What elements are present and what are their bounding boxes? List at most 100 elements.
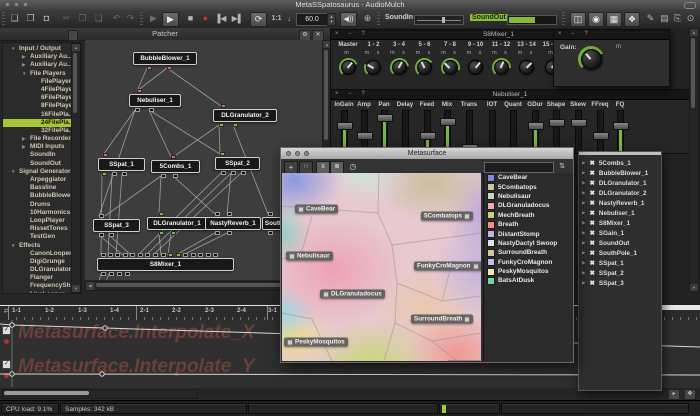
go-to-end-button[interactable]: ▶▌	[231, 12, 244, 25]
nebuliser-window-buttons[interactable]: × − ?	[335, 90, 369, 99]
palette-item[interactable]: ▶File Recorders	[3, 135, 73, 143]
output-port-black[interactable]	[112, 172, 117, 176]
palette-item[interactable]: SoundOut	[3, 160, 73, 168]
output-port-black[interactable]	[109, 272, 114, 276]
history-icon[interactable]: ◷	[347, 161, 359, 172]
palette-item[interactable]: 4FilePlayer	[3, 86, 73, 94]
mute-solo-labels[interactable]: m s	[386, 50, 412, 57]
tree-expand-icon[interactable]: ▼	[11, 168, 15, 176]
channel-gain-knob[interactable]	[339, 58, 358, 77]
output-port-black[interactable]	[125, 272, 130, 276]
metasurface-surface[interactable]: CaveBear5CombatopsNebulisaurFunkyCroMagn…	[282, 173, 481, 361]
channel-gain-knob[interactable]	[390, 58, 409, 77]
copy-icon[interactable]: ❐	[76, 12, 89, 25]
input-port-black[interactable]	[268, 212, 273, 216]
slider-handle[interactable]	[593, 132, 609, 140]
record-button[interactable]: ●	[199, 12, 212, 25]
add-snapshot-button[interactable]: +	[284, 161, 298, 174]
new-document-icon[interactable]: ❏	[8, 12, 21, 25]
output-port-black[interactable]	[268, 231, 273, 235]
input-port-black[interactable]	[130, 253, 135, 257]
patch-node[interactable]: BubbleBlower_1	[133, 52, 197, 65]
snapshot-chip[interactable]: SurroundBreath	[411, 315, 473, 324]
mixer-view-button[interactable]: ▦	[606, 12, 622, 27]
snapshot-chip[interactable]: 5Combatops	[421, 212, 473, 221]
input-port-black[interactable]	[123, 253, 128, 257]
redo-icon[interactable]: ↷	[124, 12, 137, 25]
palette-item[interactable]: ▼Effects	[3, 242, 73, 250]
contraption-row[interactable]: ▶✖SGain_1	[579, 228, 661, 238]
palette-item[interactable]: Arpeggiator	[3, 176, 73, 184]
contraption-row[interactable]: ▶✖SouthPole_1	[579, 248, 661, 258]
expand-icon[interactable]: ▶	[582, 180, 585, 186]
contraption-row[interactable]: ▶✖SSpat_2	[579, 268, 661, 278]
snapshot-list-item[interactable]: DistantStomp	[484, 229, 573, 238]
patcher-settings-icon[interactable]: ⚙	[299, 30, 311, 41]
contraption-row[interactable]: ▶✖SSpat_3	[579, 278, 661, 288]
snapshots-icon[interactable]: ✎	[644, 12, 657, 25]
input-port-red[interactable]	[103, 153, 108, 157]
tempo-spinner[interactable]: ▲▼	[327, 13, 336, 26]
output-port-black[interactable]	[122, 172, 127, 176]
remove-icon[interactable]: ✖	[589, 279, 594, 287]
mute-solo-labels[interactable]: m	[335, 50, 361, 57]
input-port-black[interactable]	[183, 253, 188, 257]
slider-handle[interactable]	[420, 132, 436, 140]
expand-icon[interactable]: ▶	[582, 170, 585, 176]
palette-item[interactable]: LoopPlayer	[3, 217, 73, 225]
output-port-black[interactable]	[109, 233, 114, 237]
snapshot-list-item[interactable]: Breath	[484, 220, 573, 229]
output-port-red[interactable]	[167, 66, 172, 70]
contraption-row[interactable]: ▶✖DLGranulator_1	[579, 178, 661, 188]
contraption-row[interactable]: ▶✖DLGranulator_2	[579, 188, 661, 198]
input-port-green[interactable]	[176, 253, 181, 257]
snapshot-chip[interactable]: PeskyMosquitos	[284, 338, 348, 347]
channel-gain-knob[interactable]	[364, 58, 383, 77]
automation-icon[interactable]: ▤	[658, 12, 671, 25]
open-document-icon[interactable]: ❒	[24, 12, 37, 25]
patch-node[interactable]: SSpat_2	[215, 157, 260, 170]
palette-item[interactable]: LiveLooper	[3, 291, 73, 294]
palette-item[interactable]: FilePlayer	[3, 78, 73, 86]
output-port-black[interactable]	[161, 174, 166, 178]
palette-item[interactable]: Bassline	[3, 184, 73, 192]
automation-x-record-indicator[interactable]	[4, 339, 9, 344]
tree-collapse-icon[interactable]: ▶	[22, 135, 25, 143]
param-slider[interactable]	[617, 110, 624, 154]
help-icon[interactable]: ⊙	[684, 12, 697, 25]
snapshot-list-item[interactable]: PeskyMosquitos	[484, 267, 573, 276]
palette-item[interactable]: ▼File Players	[3, 70, 73, 78]
input-port-black[interactable]	[206, 253, 211, 257]
mute-solo-labels[interactable]: m s	[412, 50, 438, 57]
tree-expand-icon[interactable]: ▼	[22, 70, 26, 78]
output-port-green[interactable]	[233, 123, 238, 127]
sound-out-meter[interactable]	[507, 15, 557, 25]
input-port-black[interactable]	[108, 253, 113, 257]
input-port-red[interactable]	[171, 155, 176, 159]
input-port-red[interactable]	[221, 104, 226, 108]
remove-icon[interactable]: ✖	[589, 169, 594, 177]
snapshot-list-item[interactable]: 5Combatops	[484, 182, 573, 191]
tree-collapse-icon[interactable]: ▶	[22, 53, 25, 61]
remove-icon[interactable]: ✖	[589, 199, 594, 207]
input-port-black[interactable]	[227, 212, 232, 216]
slider-handle[interactable]	[337, 122, 353, 130]
contraption-row[interactable]: ▶✖SSpat_1	[579, 258, 661, 268]
sort-icon[interactable]: ⇅	[556, 161, 568, 172]
input-port-black[interactable]	[213, 253, 218, 257]
toolbar-drag-handle[interactable]	[140, 12, 143, 25]
slider-handle[interactable]	[357, 132, 373, 140]
slider-handle[interactable]	[440, 118, 456, 126]
palette-item[interactable]: ▼Input / Output	[3, 45, 73, 53]
slider-handle[interactable]	[571, 119, 587, 127]
param-slider[interactable]	[597, 110, 604, 154]
metronome-sound-button[interactable]: ◀))	[340, 12, 357, 27]
output-port-black[interactable]	[117, 272, 122, 276]
output-port-green[interactable]	[171, 231, 176, 235]
output-port-black[interactable]	[221, 171, 226, 175]
detail-view-button[interactable]: ≣	[330, 161, 344, 174]
metasurface-close-icon[interactable]	[286, 151, 291, 156]
input-port-black[interactable]	[215, 212, 220, 216]
patch-node[interactable]: NastyReverb_1	[205, 217, 261, 230]
snapshot-list-item[interactable]: NastyDactyl Swoop	[484, 239, 573, 248]
